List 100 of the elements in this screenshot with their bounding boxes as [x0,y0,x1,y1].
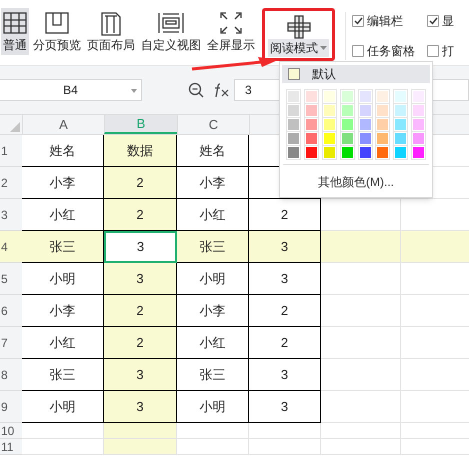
view-mode-button[interactable]: 普通 [1,8,29,55]
color-swatch[interactable] [376,104,390,117]
color-swatch[interactable] [376,146,390,159]
table-cell: 2 [104,295,177,327]
color-swatch[interactable] [304,118,318,131]
view-mode-button[interactable]: 分页预览 [31,8,83,55]
more-colors-item[interactable]: 其他颜色(M)... [318,173,394,191]
color-swatch[interactable] [322,132,336,145]
function-icon[interactable] [213,82,231,98]
color-swatch[interactable] [304,90,318,103]
color-swatch[interactable] [376,90,390,103]
color-swatch[interactable] [304,104,318,117]
color-swatch[interactable] [412,90,426,103]
table-cell: 2 [104,327,177,359]
color-swatch[interactable] [304,146,318,159]
color-swatch[interactable] [340,118,354,131]
row-header[interactable]: 10 [0,423,22,439]
color-swatch[interactable] [340,90,354,103]
color-swatch[interactable] [412,104,426,117]
color-swatch[interactable] [340,132,354,145]
color-swatch[interactable] [376,132,390,145]
color-swatch[interactable] [358,90,372,103]
table-cell: 3 [249,391,321,423]
row-header[interactable]: 11 [0,439,22,455]
page-layout-icon [101,12,121,36]
table-cell: 张三 [22,231,104,263]
default-color-item[interactable]: 默认 [282,65,430,83]
table-cell: 2 [104,199,177,231]
check-icon [428,17,438,25]
table-cell: 张三 [177,359,249,391]
view-mode-button[interactable]: 自定义视图 [139,8,203,55]
color-swatch[interactable] [287,132,300,145]
table-cell: 3 [104,231,177,263]
table-cell: 小红 [177,327,249,359]
table-cell: 数据 [104,135,177,167]
row-header[interactable]: 5 [0,263,22,295]
color-swatch[interactable] [322,146,336,159]
table-cell: 小明 [177,391,249,423]
column-header[interactable]: C [177,115,249,134]
color-swatch[interactable] [358,104,372,117]
color-swatch[interactable] [412,132,426,145]
fullscreen-icon [220,12,242,34]
color-swatch[interactable] [394,132,408,145]
color-swatch[interactable] [287,104,300,117]
cross-shape-icon [286,15,310,39]
view-mode-button[interactable]: 页面布局 [85,8,137,55]
table-cell: 3 [104,359,177,391]
table-cell: 3 [104,263,177,295]
option-checkbox[interactable]: 打 [427,42,454,60]
table-cell: 2 [249,327,321,359]
row-header[interactable]: 9 [0,391,22,423]
row-header[interactable]: 3 [0,199,22,231]
row-header[interactable]: 2 [0,167,22,199]
color-swatch[interactable] [376,118,390,131]
zoom-out-icon[interactable] [188,82,204,98]
table-cell: 3 [249,263,321,295]
table-cell: 姓名 [177,135,249,167]
option-checkbox[interactable]: 编辑栏 [352,12,415,30]
color-swatch[interactable] [412,118,426,131]
table-cell: 3 [104,391,177,423]
table-cell: 小李 [177,167,249,199]
table-cell [249,439,321,455]
color-swatch[interactable] [340,104,354,117]
color-swatch[interactable] [412,146,426,159]
grid-icon [3,12,27,34]
color-swatch[interactable] [394,118,408,131]
table-cell [177,423,249,439]
table-cell [177,439,249,455]
table-cell: 张三 [177,231,249,263]
table-cell: 2 [104,167,177,199]
color-swatch[interactable] [340,146,354,159]
name-box[interactable]: B4 [0,79,142,101]
row-header[interactable]: 7 [0,327,22,359]
color-swatch[interactable] [304,132,318,145]
color-swatch[interactable] [322,104,336,117]
custom-view-icon [158,12,184,34]
color-swatch[interactable] [394,90,408,103]
page-break-icon [45,12,69,34]
color-swatch[interactable] [322,90,336,103]
color-swatch[interactable] [287,90,300,103]
select-all-icon[interactable] [10,122,20,132]
color-swatch[interactable] [394,104,408,117]
caret-icon [131,89,137,93]
color-swatch[interactable] [287,146,300,159]
color-swatch[interactable] [358,146,372,159]
color-swatch[interactable] [287,118,300,131]
color-swatch[interactable] [394,146,408,159]
option-checkbox[interactable]: 任务窗格 [352,42,415,60]
color-swatch[interactable] [358,132,372,145]
table-cell [249,423,321,439]
option-checkbox[interactable]: 显 [427,12,454,30]
row-header[interactable]: 1 [0,135,22,167]
table-cell: 3 [249,231,321,263]
row-header[interactable]: 8 [0,359,22,391]
color-swatch[interactable] [322,118,336,131]
table-cell: 小明 [177,263,249,295]
table-cell: 小李 [177,295,249,327]
color-swatch[interactable] [358,118,372,131]
row-header[interactable]: 6 [0,295,22,327]
view-mode-button[interactable]: 全屏显示 [205,8,257,55]
